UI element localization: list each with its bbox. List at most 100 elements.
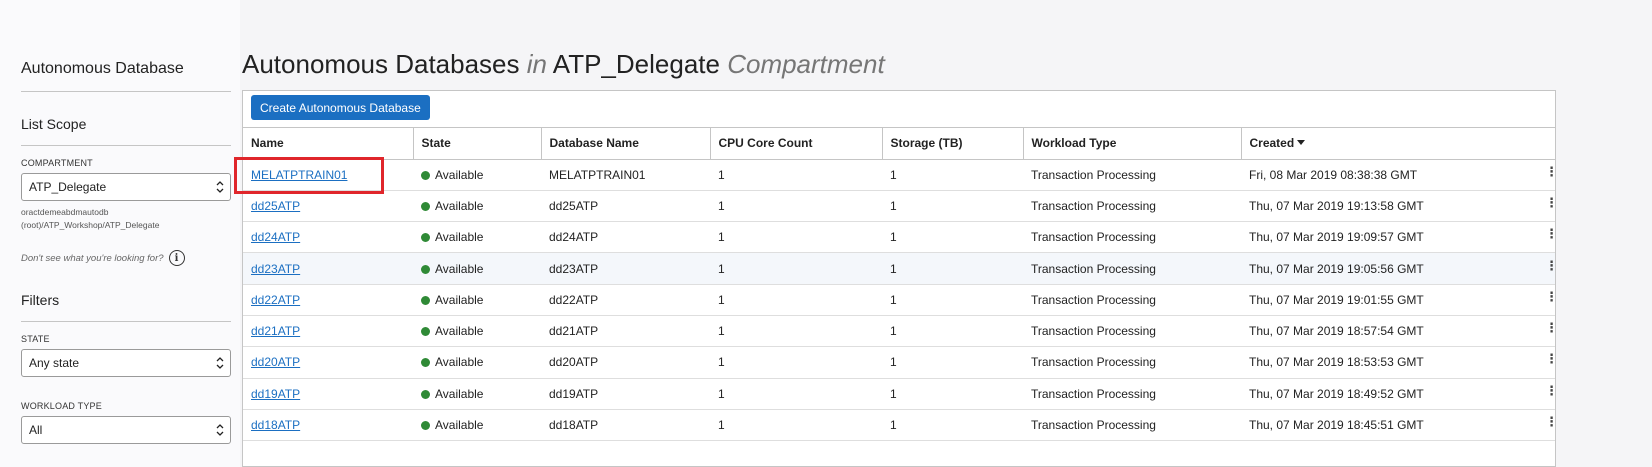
db-name-link[interactable]: MELATPTRAIN01 (251, 168, 347, 182)
row-actions-kebab-icon[interactable]: ⋮ (1545, 165, 1555, 178)
storage-cell: 1 (882, 221, 1023, 254)
col-header-cpu[interactable]: CPU Core Count (710, 128, 883, 160)
storage-cell: 1 (882, 252, 1023, 285)
database-name-cell: dd20ATP (541, 346, 710, 379)
state-select[interactable]: Any state (21, 349, 231, 377)
list-scope-title: List Scope (21, 116, 231, 146)
db-name-link[interactable]: dd19ATP (251, 387, 300, 401)
db-name-link[interactable]: dd25ATP (251, 199, 300, 213)
select-caret-icon (216, 181, 224, 193)
state-text: Available (435, 292, 484, 307)
state-text: Available (435, 198, 484, 213)
row-actions-kebab-icon[interactable]: ⋮ (1545, 415, 1555, 428)
title-in: in (526, 49, 547, 79)
database-name-cell: dd23ATP (541, 252, 710, 285)
storage-cell: 1 (882, 159, 1023, 191)
sort-desc-icon (1297, 140, 1306, 146)
available-status-icon (421, 233, 430, 243)
title-main: Autonomous Databases (242, 49, 520, 79)
database-name-cell: dd25ATP (541, 190, 710, 223)
storage-cell: 1 (882, 409, 1023, 442)
cpu-count-cell: 1 (710, 221, 882, 254)
row-actions-kebab-icon[interactable]: ⋮ (1545, 384, 1555, 397)
available-status-icon (421, 264, 430, 274)
help-link[interactable]: Don't see what you're looking for? i (21, 250, 231, 266)
state-select-value: Any state (29, 356, 80, 370)
workload-cell: Transaction Processing (1023, 252, 1241, 285)
cpu-count-cell: 1 (710, 378, 882, 410)
title-suffix: Compartment (727, 49, 885, 79)
state-text: Available (435, 230, 484, 245)
created-cell: Thu, 07 Mar 2019 19:01:55 GMT (1249, 292, 1424, 307)
workload-select-value: All (29, 423, 43, 437)
row-actions-kebab-icon[interactable]: ⋮ (1545, 196, 1555, 209)
table-row: dd25ATP Available dd25ATP 1 1 Transactio… (243, 190, 1555, 223)
col-header-name[interactable]: Name (243, 128, 414, 160)
row-actions-kebab-icon[interactable]: ⋮ (1545, 259, 1555, 272)
cpu-count-cell: 1 (710, 409, 882, 442)
col-header-workload[interactable]: Workload Type (1023, 128, 1242, 160)
table-row: dd18ATP Available dd18ATP 1 1 Transactio… (243, 409, 1555, 442)
workload-select[interactable]: All (21, 416, 231, 444)
col-header-db-name[interactable]: Database Name (541, 128, 711, 160)
workload-cell: Transaction Processing (1023, 159, 1241, 191)
storage-cell: 1 (882, 190, 1023, 223)
col-header-state[interactable]: State (413, 128, 542, 160)
database-name-cell: dd18ATP (541, 409, 710, 442)
available-status-icon (421, 201, 430, 211)
table-row: MELATPTRAIN01 Available MELATPTRAIN01 1 … (243, 159, 1555, 191)
db-name-link[interactable]: dd24ATP (251, 230, 300, 244)
compartment-select[interactable]: ATP_Delegate (21, 173, 231, 201)
available-status-icon (421, 295, 430, 305)
created-cell: Thu, 07 Mar 2019 18:49:52 GMT (1249, 386, 1424, 401)
row-actions-kebab-icon[interactable]: ⋮ (1545, 352, 1555, 365)
database-name-cell: dd21ATP (541, 315, 710, 348)
select-caret-icon (216, 357, 224, 369)
db-name-link[interactable]: dd23ATP (251, 262, 300, 276)
col-header-storage[interactable]: Storage (TB) (882, 128, 1024, 160)
available-status-icon (421, 358, 430, 368)
storage-cell: 1 (882, 378, 1023, 410)
workload-cell: Transaction Processing (1023, 409, 1241, 442)
workload-cell: Transaction Processing (1023, 378, 1241, 410)
workload-cell: Transaction Processing (1023, 221, 1241, 254)
database-name-cell: dd24ATP (541, 221, 710, 254)
cpu-count-cell: 1 (710, 346, 882, 379)
db-name-link[interactable]: dd22ATP (251, 293, 300, 307)
state-text: Available (435, 418, 484, 433)
created-cell: Thu, 07 Mar 2019 19:13:58 GMT (1249, 198, 1424, 213)
workload-cell: Transaction Processing (1023, 315, 1241, 348)
created-cell: Thu, 07 Mar 2019 18:53:53 GMT (1249, 355, 1424, 370)
workload-label: WORKLOAD TYPE (21, 401, 102, 411)
help-text: Don't see what you're looking for? (21, 252, 164, 264)
table-row: dd19ATP Available dd19ATP 1 1 Transactio… (243, 378, 1555, 410)
row-actions-kebab-icon[interactable]: ⋮ (1545, 321, 1555, 334)
db-name-link[interactable]: dd21ATP (251, 324, 300, 338)
table-row: dd24ATP Available dd24ATP 1 1 Transactio… (243, 221, 1555, 254)
created-cell: Thu, 07 Mar 2019 19:09:57 GMT (1249, 230, 1424, 245)
toolbar: Create Autonomous Database (243, 91, 1555, 128)
database-name-cell: dd22ATP (541, 284, 710, 316)
created-cell: Fri, 08 Mar 2019 08:38:38 GMT (1249, 167, 1418, 182)
filters-title: Filters (21, 292, 231, 322)
storage-cell: 1 (882, 284, 1023, 316)
db-name-link[interactable]: dd20ATP (251, 355, 300, 369)
workload-cell: Transaction Processing (1023, 284, 1241, 316)
row-actions-kebab-icon[interactable]: ⋮ (1545, 227, 1555, 240)
state-label: STATE (21, 334, 50, 344)
state-text: Available (435, 386, 484, 401)
col-header-created-label: Created (1249, 136, 1295, 151)
databases-panel: Create Autonomous Database Name State Da… (242, 90, 1556, 467)
table-row: dd20ATP Available dd20ATP 1 1 Transactio… (243, 346, 1555, 379)
create-database-button[interactable]: Create Autonomous Database (251, 95, 430, 120)
available-status-icon (421, 170, 430, 180)
table-header-row: Name State Database Name CPU Core Count … (243, 128, 1555, 160)
available-status-icon (421, 327, 430, 337)
col-header-created[interactable]: Created (1241, 128, 1555, 160)
info-icon[interactable]: i (168, 250, 185, 266)
available-status-icon (421, 389, 430, 399)
db-name-link[interactable]: dd18ATP (251, 418, 300, 432)
available-status-icon (421, 421, 430, 431)
row-actions-kebab-icon[interactable]: ⋮ (1545, 290, 1555, 303)
created-cell: Thu, 07 Mar 2019 18:57:54 GMT (1249, 324, 1424, 339)
